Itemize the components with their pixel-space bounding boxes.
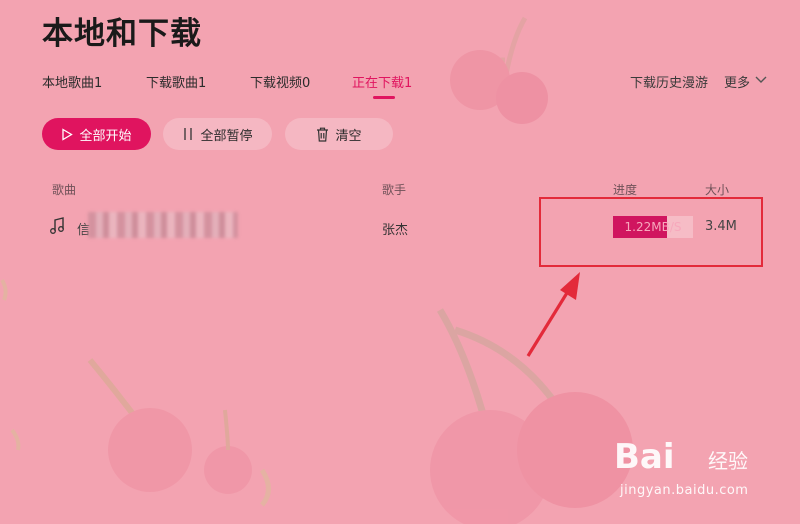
- watermark-url: jingyan.baidu.com: [620, 483, 749, 498]
- download-history-link[interactable]: 下载历史漫游: [630, 72, 708, 91]
- tab-downloading[interactable]: 正在下载1: [352, 72, 412, 91]
- active-tab-indicator: [373, 96, 395, 99]
- more-menu[interactable]: 更多: [724, 72, 768, 91]
- music-note-icon: [49, 217, 65, 239]
- column-header-song: 歌曲: [52, 183, 77, 197]
- clear-label: 清空: [335, 128, 362, 144]
- pause-all-label: 全部暂停: [200, 128, 253, 144]
- column-header-size: 大小: [705, 183, 730, 197]
- start-all-label: 全部开始: [79, 128, 132, 144]
- baidu-jingyan-watermark: Bai 经验 jingyan.baidu.com: [612, 437, 762, 507]
- pause-icon: [182, 127, 194, 141]
- watermark-brand: Bai: [614, 437, 675, 477]
- more-label: 更多: [724, 76, 751, 91]
- tab-downloaded-videos[interactable]: 下载视频0: [250, 72, 310, 91]
- clear-button[interactable]: 清空: [285, 118, 393, 150]
- singer-name: 张杰: [382, 223, 409, 238]
- play-icon: [61, 127, 74, 141]
- tab-downloaded-songs[interactable]: 下载歌曲1: [146, 72, 206, 91]
- start-all-button[interactable]: 全部开始: [42, 118, 151, 150]
- annotation-arrow: [526, 272, 580, 357]
- pause-all-button[interactable]: 全部暂停: [163, 118, 272, 150]
- trash-icon: [316, 127, 329, 142]
- chevron-down-icon: [754, 74, 768, 89]
- redacted-song-title: [88, 212, 238, 238]
- column-header-singer: 歌手: [382, 183, 407, 197]
- annotation-highlight-box: [539, 197, 763, 267]
- column-header-progress: 进度: [613, 183, 638, 197]
- tab-local-songs[interactable]: 本地歌曲1: [42, 72, 102, 91]
- watermark-suffix: 经验: [708, 449, 748, 473]
- page-title: 本地和下载: [42, 16, 202, 52]
